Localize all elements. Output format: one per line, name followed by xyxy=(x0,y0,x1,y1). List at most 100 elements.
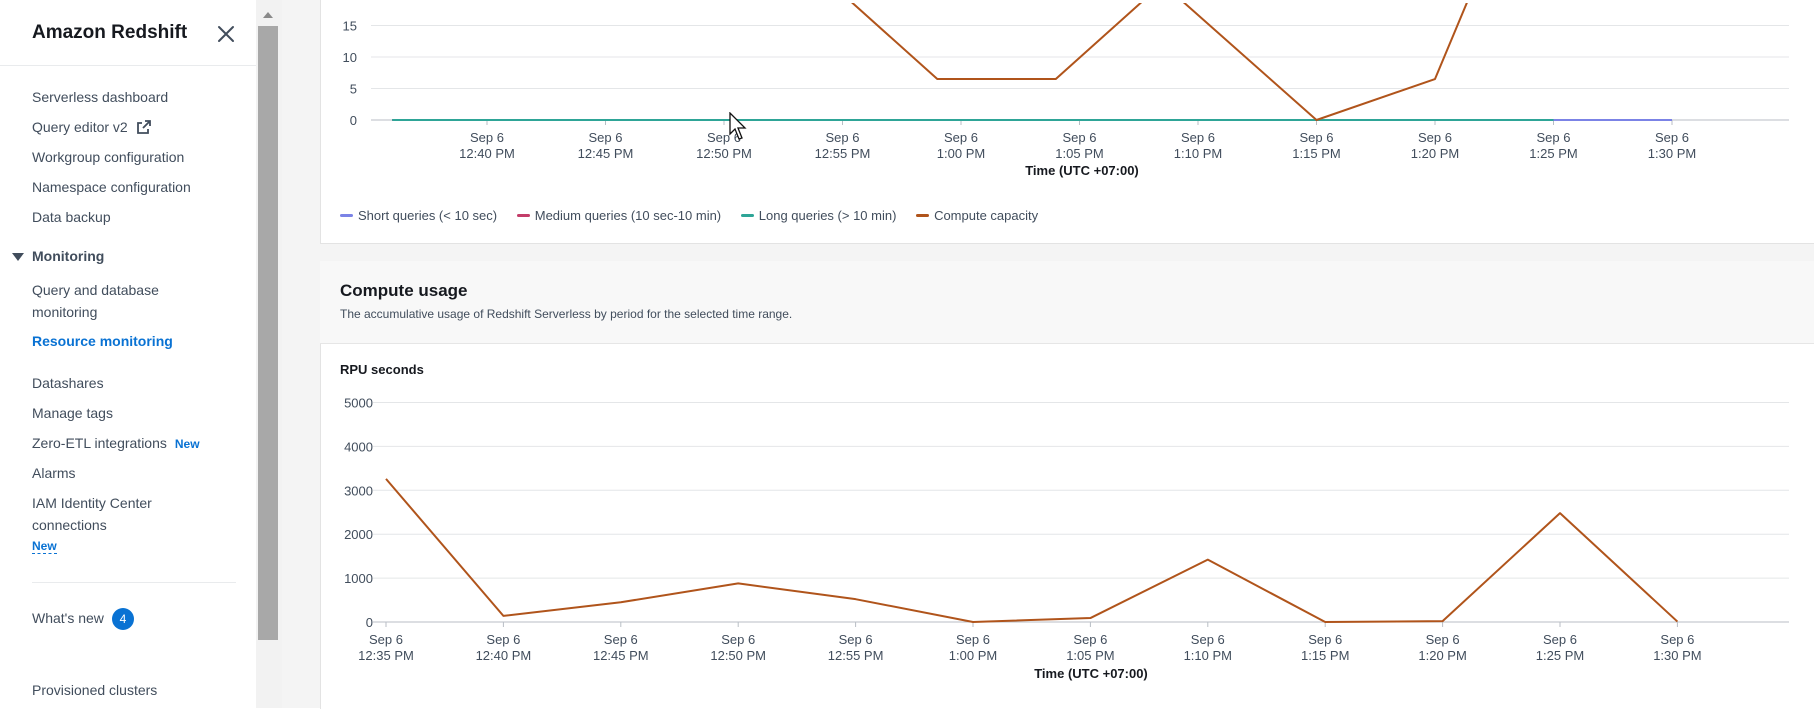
x-tick-time: 1:20 PM xyxy=(1418,648,1466,663)
x-tick-date: Sep 6 xyxy=(1543,632,1577,647)
legend-label: Compute capacity xyxy=(934,208,1039,223)
nav-whats-new[interactable]: What's new 4 xyxy=(32,607,134,631)
external-link-icon xyxy=(136,118,151,140)
x-tick-time: 12:40 PM xyxy=(476,648,532,663)
x-tick-time: 12:55 PM xyxy=(828,648,884,663)
nav-resource-monitoring[interactable]: Resource monitoring xyxy=(32,330,173,352)
x-tick-date: Sep 6 xyxy=(1191,632,1225,647)
caret-down-icon xyxy=(12,253,24,262)
legend-label: Long queries (> 10 min) xyxy=(758,208,897,223)
x-tick-date: Sep 6 xyxy=(1073,632,1107,647)
legend-item-compute[interactable]: Compute capacity xyxy=(916,208,1038,223)
rpu-seconds-label: RPU seconds xyxy=(340,362,424,377)
divider xyxy=(0,65,256,66)
x-tick-time: 1:10 PM xyxy=(1174,146,1222,161)
scroll-up-arrow-icon[interactable] xyxy=(263,12,273,18)
nav-workgroup-configuration[interactable]: Workgroup configuration xyxy=(32,146,184,168)
y-tick-label: 15 xyxy=(343,19,357,34)
legend-label: Medium queries (10 sec-10 min) xyxy=(534,208,722,223)
nav-query-editor-label: Query editor v2 xyxy=(32,119,128,135)
x-tick-time: 1:10 PM xyxy=(1184,648,1232,663)
mouse-pointer-icon xyxy=(729,111,749,147)
sidebar-title: Amazon Redshift xyxy=(32,22,188,43)
x-tick-date: Sep 6 xyxy=(604,632,638,647)
x-tick-date: Sep 6 xyxy=(1308,632,1342,647)
nav-query-editor-v2[interactable]: Query editor v2 xyxy=(32,116,151,140)
new-badge: New xyxy=(174,437,200,451)
x-tick-time: 1:05 PM xyxy=(1055,146,1103,161)
legend-swatch xyxy=(516,214,530,217)
nav-data-backup[interactable]: Data backup xyxy=(32,206,111,228)
nav-query-database-monitoring[interactable]: Query and database monitoring xyxy=(32,279,202,323)
x-tick-time: 1:25 PM xyxy=(1536,648,1584,663)
divider xyxy=(32,582,236,583)
x-tick-date: Sep 6 xyxy=(826,130,860,145)
x-tick-time: 12:50 PM xyxy=(696,146,752,161)
x-tick-date: Sep 6 xyxy=(1660,632,1694,647)
chart-legend: Short queries (< 10 sec) Medium queries … xyxy=(340,205,1054,223)
x-tick-time: 1:15 PM xyxy=(1292,146,1340,161)
x-tick-date: Sep 6 xyxy=(369,632,403,647)
series-line-3 xyxy=(851,3,1468,121)
nav-namespace-configuration[interactable]: Namespace configuration xyxy=(32,176,191,198)
x-tick-date: Sep 6 xyxy=(1181,130,1215,145)
legend-item-medium[interactable]: Medium queries (10 sec-10 min) xyxy=(516,208,722,223)
x-tick-date: Sep 6 xyxy=(1063,130,1097,145)
x-tick-date: Sep 6 xyxy=(1418,130,1452,145)
y-tick-label: 2000 xyxy=(344,527,373,542)
side-navigation: Amazon Redshift Serverless dashboard Que… xyxy=(0,0,256,708)
nav-provisioned-clusters[interactable]: Provisioned clusters xyxy=(32,679,157,701)
x-tick-time: 1:00 PM xyxy=(949,648,997,663)
y-tick-label: 0 xyxy=(350,113,357,128)
nav-serverless-dashboard[interactable]: Serverless dashboard xyxy=(32,86,168,108)
compute-usage-description: The accumulative usage of Redshift Serve… xyxy=(340,307,793,321)
x-tick-time: 12:50 PM xyxy=(710,648,766,663)
x-tick-date: Sep 6 xyxy=(470,130,504,145)
y-tick-label: 0 xyxy=(366,615,373,630)
nav-datashares[interactable]: Datashares xyxy=(32,372,104,394)
x-tick-date: Sep 6 xyxy=(1537,130,1571,145)
x-tick-time: 12:40 PM xyxy=(459,146,515,161)
x-tick-date: Sep 6 xyxy=(1426,632,1460,647)
y-tick-label: 4000 xyxy=(344,439,373,454)
legend-item-short[interactable]: Short queries (< 10 sec) xyxy=(340,208,497,223)
x-tick-time: 12:45 PM xyxy=(593,648,649,663)
legend-swatch xyxy=(340,214,353,217)
nav-manage-tags[interactable]: Manage tags xyxy=(32,402,113,424)
x-tick-date: Sep 6 xyxy=(944,130,978,145)
x-tick-date: Sep 6 xyxy=(1300,130,1334,145)
x-tick-time: 1:30 PM xyxy=(1648,146,1696,161)
compute-usage-header xyxy=(320,261,1814,344)
y-tick-label: 5 xyxy=(350,82,357,97)
query-workload-chart: 051015Sep 612:40 PMSep 612:45 PMSep 612:… xyxy=(343,3,1789,178)
compute-usage-title: Compute usage xyxy=(340,281,468,300)
x-tick-time: 12:55 PM xyxy=(815,146,871,161)
new-badge-link[interactable]: New xyxy=(32,539,57,554)
sidebar-scrollbar-thumb[interactable] xyxy=(258,26,278,640)
x-tick-time: 1:05 PM xyxy=(1066,648,1114,663)
nav-zero-etl-integrations[interactable]: Zero-ETL integrations New xyxy=(32,432,200,455)
monitoring-section-toggle[interactable]: Monitoring xyxy=(12,248,104,264)
x-tick-time: 1:00 PM xyxy=(937,146,985,161)
y-tick-label: 10 xyxy=(343,50,357,65)
nav-iam-identity-center[interactable]: IAM Identity Center connections xyxy=(32,492,182,536)
nav-alarms[interactable]: Alarms xyxy=(32,462,76,484)
rpu-series-line xyxy=(385,478,1679,623)
x-tick-time: 12:45 PM xyxy=(578,146,634,161)
x-tick-date: Sep 6 xyxy=(589,130,623,145)
x-tick-date: Sep 6 xyxy=(839,632,873,647)
y-tick-label: 5000 xyxy=(344,396,373,411)
notification-count-badge: 4 xyxy=(111,608,134,631)
close-icon[interactable] xyxy=(214,22,238,46)
y-tick-label: 3000 xyxy=(344,483,373,498)
x-tick-time: 1:20 PM xyxy=(1411,146,1459,161)
x-tick-time: 1:25 PM xyxy=(1529,146,1577,161)
x-tick-time: 1:15 PM xyxy=(1301,648,1349,663)
x-tick-date: Sep 6 xyxy=(486,632,520,647)
legend-label: Short queries (< 10 sec) xyxy=(358,208,498,223)
legend-swatch xyxy=(740,214,754,217)
legend-item-long[interactable]: Long queries (> 10 min) xyxy=(740,208,897,223)
series-group xyxy=(392,3,1672,121)
nav-zero-etl-label: Zero-ETL integrations xyxy=(32,435,167,451)
x-tick-time: 12:35 PM xyxy=(358,648,414,663)
